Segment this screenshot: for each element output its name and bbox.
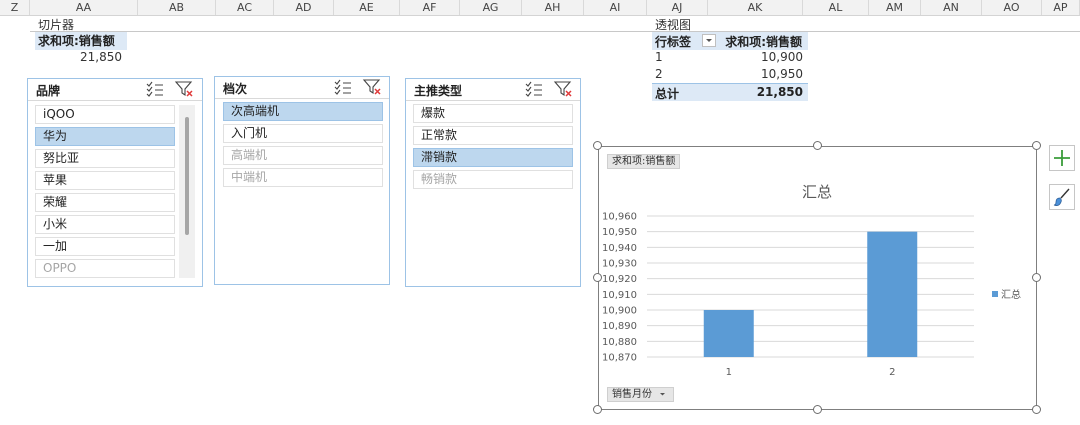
slicer-item[interactable]: 高端机 <box>223 146 383 165</box>
value-header: 求和项:销售额 <box>725 35 802 49</box>
clear-filter-icon[interactable] <box>553 80 573 98</box>
column-header-cell[interactable]: AI <box>584 0 647 15</box>
resize-handle-top-left[interactable] <box>593 141 602 150</box>
row-filter-dropdown-button[interactable] <box>702 34 716 47</box>
resize-handle-bottom-right[interactable] <box>1032 405 1041 414</box>
scrollbar-thumb[interactable] <box>185 117 189 235</box>
resize-handle-right[interactable] <box>1032 273 1041 282</box>
column-header-cell[interactable]: AN <box>921 0 982 15</box>
multi-select-icon[interactable] <box>524 80 544 98</box>
total-value: 21,850 <box>756 85 803 99</box>
slicer-item[interactable]: iQOO <box>35 105 175 124</box>
chart-plot: 汇总 10,870 10,880 10,890 10,900 10,910 10,920 1… <box>602 183 1021 378</box>
slicer-tier-title: 档次 <box>223 82 248 96</box>
slicer-tier[interactable]: 档次 次高端机 入门机 高端机 中端机 <box>214 76 390 285</box>
pivot-chart[interactable]: 求和项:销售额 销售月份 汇总 10,870 10,880 10,890 10,900… <box>598 146 1037 410</box>
column-header-cell[interactable]: AG <box>460 0 522 15</box>
pivot-total-row: 总计 21,850 <box>652 83 808 101</box>
slicer-item[interactable]: 畅销款 <box>413 170 573 189</box>
y-tick-label: 10,960 <box>602 212 637 223</box>
y-tick-label: 10,890 <box>602 321 637 332</box>
slicer-title-divider <box>406 100 580 101</box>
pivot-row-2-label[interactable]: 2 <box>655 67 663 81</box>
header-rule <box>30 31 1080 32</box>
pivot-row-1-value[interactable]: 10,900 <box>700 50 803 64</box>
resize-handle-bottom-left[interactable] <box>593 405 602 414</box>
column-header-cell[interactable]: AA <box>30 0 138 15</box>
slicer-item[interactable]: 华为 <box>35 127 175 146</box>
sum-header-cell[interactable]: 求和项:销售额 <box>35 32 127 50</box>
slicer-item[interactable]: 努比亚 <box>35 149 175 168</box>
slicer-item[interactable]: 荣耀 <box>35 193 175 212</box>
slicer-item[interactable]: 苹果 <box>35 171 175 190</box>
slicer-item[interactable]: OPPO <box>35 259 175 278</box>
slicer-promo-type[interactable]: 主推类型 爆款 正常款 滞销款 畅销款 <box>405 78 581 287</box>
slicer-item[interactable]: 爆款 <box>413 104 573 123</box>
pivot-header-row: 行标签 求和项:销售额 <box>652 32 808 50</box>
y-tick-label: 10,880 <box>602 337 637 348</box>
resize-handle-left[interactable] <box>593 273 602 282</box>
column-header-bar: Z AA AB AC AD AE AF AG AH AI AJ AK AL AM AN AO AP <box>0 0 1080 16</box>
slicer-title-divider <box>28 100 202 101</box>
chart-title: 汇总 <box>802 183 832 201</box>
slicer-brand-title: 品牌 <box>36 84 61 98</box>
slicer-item[interactable]: 正常款 <box>413 126 573 145</box>
clear-filter-icon[interactable] <box>362 78 382 96</box>
column-header-cell[interactable]: AB <box>138 0 216 15</box>
column-header-cell[interactable]: AC <box>216 0 274 15</box>
slicer-item[interactable]: 入门机 <box>223 124 383 143</box>
column-header-cell[interactable]: AE <box>334 0 400 15</box>
brush-icon <box>1053 188 1070 206</box>
y-tick-label: 10,920 <box>602 274 637 285</box>
sum-value-cell[interactable]: 21,850 <box>35 50 122 64</box>
multi-select-icon[interactable] <box>145 80 165 98</box>
pivot-row-1-label[interactable]: 1 <box>655 50 663 64</box>
column-header-cell[interactable]: AP <box>1042 0 1080 15</box>
clear-filter-icon[interactable] <box>174 80 194 98</box>
legend-swatch <box>992 291 998 297</box>
y-tick-label: 10,900 <box>602 306 637 317</box>
pivot-row-2-value[interactable]: 10,950 <box>700 67 803 81</box>
y-tick-label: 10,910 <box>602 290 637 301</box>
plus-icon <box>1054 150 1070 166</box>
column-header-cell[interactable]: Z <box>0 0 30 15</box>
slicer-brand[interactable]: 品牌 iQOO 华为 努比亚 苹果 荣耀 小米 一加 OPPO <box>27 78 203 287</box>
y-tick-label: 10,930 <box>602 259 637 270</box>
dropdown-arrow-icon <box>706 39 712 42</box>
slicer-item[interactable]: 次高端机 <box>223 102 383 121</box>
resize-handle-top[interactable] <box>813 141 822 150</box>
column-header-cell[interactable]: AD <box>274 0 334 15</box>
multi-select-icon[interactable] <box>333 78 353 96</box>
slicer-title-divider <box>215 98 389 99</box>
column-header-cell[interactable]: AH <box>522 0 584 15</box>
x-tick-label: 1 <box>726 367 732 378</box>
scrollbar-track[interactable] <box>179 105 195 278</box>
slicer-item[interactable]: 一加 <box>35 237 175 256</box>
column-header-cell[interactable]: AO <box>982 0 1042 15</box>
slicer-item[interactable]: 中端机 <box>223 168 383 187</box>
slicer-item[interactable]: 小米 <box>35 215 175 234</box>
chart-elements-button[interactable] <box>1049 145 1075 171</box>
y-tick-label: 10,870 <box>602 353 637 364</box>
legend-label: 汇总 <box>1001 288 1021 301</box>
resize-handle-bottom[interactable] <box>813 405 822 414</box>
row-label-header: 行标签 <box>655 35 692 49</box>
column-header-cell[interactable]: AK <box>708 0 803 15</box>
resize-handle-top-right[interactable] <box>1032 141 1041 150</box>
column-header-cell[interactable]: AM <box>869 0 921 15</box>
y-tick-label: 10,940 <box>602 243 637 254</box>
bar[interactable] <box>867 231 918 357</box>
chart-styles-button[interactable] <box>1049 184 1075 210</box>
bar[interactable] <box>703 310 754 357</box>
slicer-item[interactable]: 滞销款 <box>413 148 573 167</box>
column-header-cell[interactable]: AL <box>803 0 869 15</box>
column-header-cell[interactable]: AF <box>400 0 460 15</box>
column-header-cell[interactable]: AJ <box>647 0 708 15</box>
total-label: 总计 <box>655 87 680 101</box>
slicer-promo-type-title: 主推类型 <box>414 84 463 98</box>
y-tick-label: 10,950 <box>602 227 637 238</box>
pivot-label: 透视图 <box>655 18 692 32</box>
x-tick-label: 2 <box>889 367 895 378</box>
